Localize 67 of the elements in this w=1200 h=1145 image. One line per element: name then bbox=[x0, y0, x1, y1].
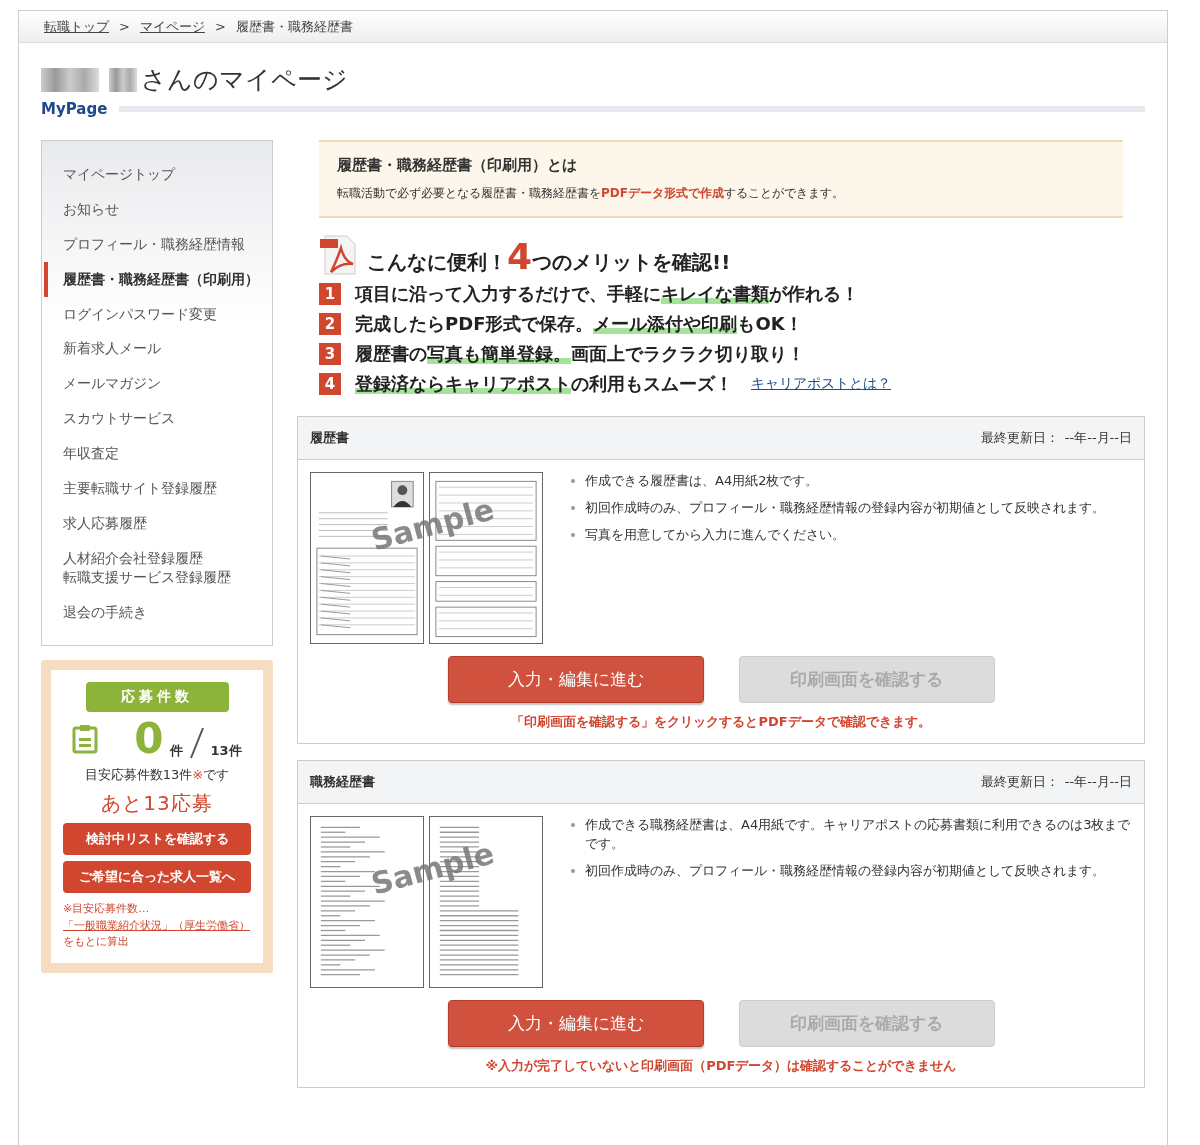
sidebar-item[interactable]: ログインパスワード変更 bbox=[44, 296, 272, 332]
sidebar-item[interactable]: 退会の手続き bbox=[44, 594, 272, 630]
sidebar-item[interactable]: 求人応募履歴 bbox=[44, 505, 272, 541]
footnote: ※目安応募件数… 「一般職業紹介状況」（厚生労働省） をもとに算出 bbox=[63, 901, 251, 951]
widget-button[interactable]: 検討中リストを確認する bbox=[63, 823, 251, 856]
sidebar-item[interactable]: 履歴書・職務経歴書（印刷用） bbox=[44, 261, 272, 297]
breadcrumb-separator: > bbox=[214, 19, 226, 34]
edit-button[interactable]: 入力・編集に進む bbox=[447, 1000, 704, 1047]
updated-label: 最終更新日： bbox=[980, 429, 1059, 447]
panel-title: 履歴書 bbox=[310, 429, 349, 447]
remaining-count: あと13応募 bbox=[101, 790, 213, 818]
widget-button[interactable]: ご希望に合った求人一覧へ bbox=[63, 861, 251, 894]
info-link[interactable]: キャリアポストとは？ bbox=[751, 375, 891, 393]
breadcrumb-current: 履歴書・職務経歴書 bbox=[235, 17, 353, 36]
edit-button[interactable]: 入力・編集に進む bbox=[447, 656, 704, 703]
updated-date: --年--月--日 bbox=[1064, 429, 1132, 447]
notice-text: 「印刷画面を確認する」をクリックするとPDFデータで確認できます。 bbox=[510, 713, 932, 731]
sidebar-item[interactable]: 転職支援サービス登録履歴 bbox=[44, 567, 272, 595]
note-text: 初回作成時のみ、プロフィール・職務経歴情報の登録内容が初期値として反映されます。 bbox=[585, 498, 1105, 518]
bullet-icon bbox=[571, 479, 575, 483]
sidebar-item[interactable]: 新着求人メール bbox=[44, 331, 272, 367]
clipboard-icon bbox=[72, 724, 99, 755]
slash-icon bbox=[188, 726, 205, 761]
note-text: 写真を用意してから入力に進んでください。 bbox=[585, 525, 1105, 545]
merit-text: 完成したらPDF形式で保存。メール添付や印刷もOK！ bbox=[355, 312, 803, 336]
merit-text: 履歴書の写真も簡単登録。画面上でラクラク切り取り！ bbox=[355, 342, 805, 366]
target-text: 目安応募件数13件※です bbox=[84, 766, 230, 785]
sidebar-item[interactable]: メールマガジン bbox=[44, 366, 272, 402]
pdf-icon bbox=[319, 234, 359, 276]
widget-title: 応募件数 bbox=[85, 682, 229, 713]
bullet-icon bbox=[571, 868, 575, 873]
updated-date: --年--月--日 bbox=[1064, 773, 1132, 791]
bullet-icon bbox=[571, 532, 575, 537]
application-target: 13件 bbox=[210, 742, 242, 761]
bullet-icon bbox=[571, 823, 575, 827]
merits-heading: こんなに便利！4つのメリットを確認!! bbox=[367, 239, 731, 276]
number-badge: 1 bbox=[319, 283, 341, 305]
sidebar-item[interactable]: スカウトサービス bbox=[44, 401, 272, 437]
panel-title: 職務経歴書 bbox=[310, 773, 375, 791]
source-link[interactable]: 「一般職業紹介状況」（厚生労働省） bbox=[63, 918, 250, 932]
intro-text: 転職活動で必ず必要となる履歴書・職務経歴書をPDFデータ形式で作成することができます。 bbox=[337, 185, 845, 202]
sidebar-item[interactable]: お知らせ bbox=[44, 191, 272, 227]
notice-text: ※入力が完了していないと印刷画面（PDFデータ）は確認することができません bbox=[484, 1057, 958, 1075]
updated-label: 最終更新日： bbox=[980, 773, 1059, 791]
sidebar-item[interactable]: 主要転職サイト登録履歴 bbox=[44, 471, 272, 506]
number-badge: 4 bbox=[319, 373, 341, 395]
sidebar-item[interactable]: 人材紹介会社登録履歴 bbox=[44, 540, 272, 568]
merit-text: 項目に沿って入力するだけで、手軽にキレイな書類が作れる！ bbox=[355, 282, 859, 306]
breadcrumb-link[interactable]: 転職トップ bbox=[44, 17, 109, 36]
note-text: 作成できる職務経歴書は、A4用紙です。キャリアポストの応募書類に利用できるのは3枚までです。 bbox=[585, 816, 1132, 854]
intro-title: 履歴書・職務経歴書（印刷用）とは bbox=[337, 156, 578, 175]
breadcrumb-link[interactable]: マイページ bbox=[139, 17, 205, 36]
sidebar-item[interactable]: 年収査定 bbox=[44, 436, 272, 471]
sample-watermark: Sample bbox=[367, 835, 498, 902]
sidebar-item[interactable]: マイページトップ bbox=[44, 157, 272, 192]
breadcrumb-separator: > bbox=[119, 19, 130, 34]
note-text: 作成できる履歴書は、A4用紙2枚です。 bbox=[585, 472, 1105, 491]
page-subtitle: MyPage bbox=[41, 100, 108, 118]
count-unit: 件 bbox=[169, 742, 183, 761]
number-badge: 2 bbox=[319, 313, 341, 335]
bullet-icon bbox=[571, 505, 575, 510]
application-count: 0 bbox=[134, 718, 164, 761]
number-badge: 3 bbox=[319, 343, 341, 365]
sidebar-item[interactable]: プロフィール・職務経歴情報 bbox=[44, 226, 272, 262]
note-text: 初回作成時のみ、プロフィール・職務経歴情報の登録内容が初期値として反映されます。 bbox=[585, 861, 1132, 881]
sample-watermark: Sample bbox=[367, 491, 498, 558]
page-title: さんのマイページ bbox=[141, 64, 348, 96]
